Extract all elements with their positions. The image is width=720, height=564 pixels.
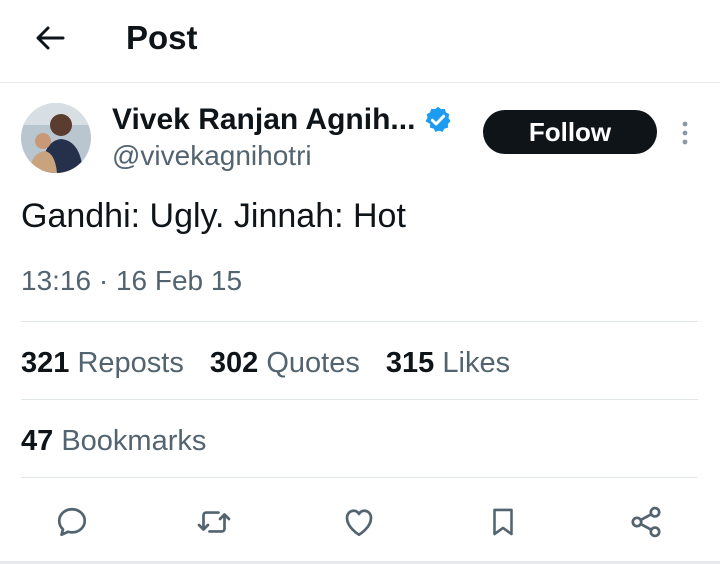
page-title: Post bbox=[126, 19, 198, 56]
avatar[interactable] bbox=[21, 103, 91, 173]
bookmark-icon bbox=[493, 508, 513, 536]
author-name[interactable]: Vivek Ranjan Agnih... bbox=[112, 103, 415, 137]
back-button[interactable] bbox=[28, 16, 72, 60]
author-handle[interactable]: @vivekagnihotri bbox=[112, 140, 312, 172]
post-text: Gandhi: Ugly. Jinnah: Hot bbox=[21, 197, 406, 235]
divider bbox=[21, 399, 698, 400]
like-button[interactable] bbox=[333, 496, 385, 548]
reply-button[interactable] bbox=[46, 496, 98, 548]
like-icon bbox=[345, 509, 373, 537]
reposts-label: Reposts bbox=[77, 347, 184, 379]
divider bbox=[21, 477, 698, 478]
follow-button[interactable]: Follow bbox=[483, 110, 657, 154]
quotes-label: Quotes bbox=[266, 347, 360, 379]
share-icon bbox=[631, 506, 661, 538]
bookmarks-stat[interactable]: 47 Bookmarks bbox=[21, 421, 206, 461]
reply-icon bbox=[57, 507, 87, 537]
bookmarks-count: 47 bbox=[21, 425, 54, 457]
share-button[interactable] bbox=[620, 496, 672, 548]
bookmark-button[interactable] bbox=[477, 496, 529, 548]
author-name-row: Vivek Ranjan Agnih... bbox=[112, 100, 453, 140]
more-vertical-icon bbox=[682, 121, 688, 145]
quotes-stat[interactable]: 302 Quotes bbox=[210, 347, 360, 379]
likes-count: 315 bbox=[385, 347, 435, 379]
repost-button[interactable] bbox=[188, 496, 240, 548]
bookmarks-label: Bookmarks bbox=[61, 425, 207, 457]
back-arrow-icon bbox=[36, 26, 65, 50]
likes-label: Likes bbox=[442, 347, 511, 379]
top-bar: Post bbox=[0, 0, 720, 83]
likes-stat[interactable]: 315 Likes bbox=[386, 347, 510, 379]
engagement-stats: 321 Reposts 302 Quotes 315 Likes bbox=[21, 343, 528, 383]
avatar-photo bbox=[21, 103, 91, 173]
quotes-count: 302 bbox=[209, 347, 259, 379]
repost-icon bbox=[197, 511, 231, 533]
action-bar bbox=[0, 496, 720, 548]
reposts-stat[interactable]: 321 Reposts bbox=[21, 347, 184, 379]
verified-badge-icon bbox=[423, 105, 453, 135]
reposts-count: 321 bbox=[21, 347, 70, 379]
post-timestamp[interactable]: 13:16 · 16 Feb 15 bbox=[21, 262, 242, 300]
divider bbox=[21, 321, 698, 322]
more-options-button[interactable] bbox=[672, 116, 698, 150]
